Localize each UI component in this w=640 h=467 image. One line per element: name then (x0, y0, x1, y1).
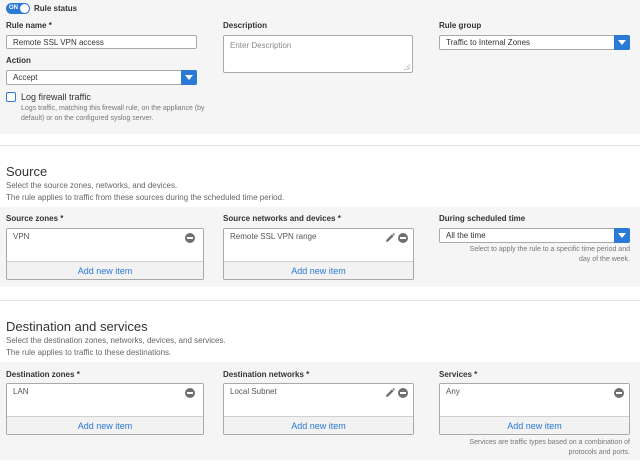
source-zones-label-text: Source zones (6, 214, 59, 223)
list-item: LAN (13, 387, 29, 396)
destination-zones-items: LAN (7, 384, 203, 416)
add-destination-network-button[interactable]: Add new item (224, 416, 413, 434)
destination-networks-label-text: Destination networks (223, 370, 304, 379)
chevron-down-icon[interactable] (181, 70, 197, 85)
destination-networks-label: Destination networks * (223, 370, 309, 379)
log-help-line-2: default) or on the configured syslog ser… (21, 115, 154, 122)
required-marker: * (474, 370, 478, 379)
source-desc-line-1: Select the source zones, networks, and d… (6, 181, 178, 190)
source-title: Source (6, 164, 48, 179)
remove-icon[interactable] (614, 388, 624, 398)
source-desc-line-2: The rule applies to traffic from these s… (6, 193, 285, 202)
remove-icon[interactable] (185, 233, 195, 243)
resize-handle-icon[interactable] (404, 64, 410, 70)
rule-status-label: Rule status (34, 4, 78, 13)
source-networks-items: Remote SSL VPN range (224, 229, 413, 261)
schedule-label: During scheduled time (439, 214, 526, 223)
required-marker: * (306, 370, 310, 379)
services-help: Services are traffic types based on a co… (439, 438, 630, 458)
services-help-line-2: protocols and ports. (568, 449, 630, 456)
log-help-line-1: Logs traffic, matching this firewall rul… (21, 105, 205, 112)
rule-name-input[interactable]: Remote SSL VPN access (6, 35, 197, 49)
remove-icon[interactable] (185, 388, 195, 398)
schedule-help: Select to apply the rule to a specific t… (439, 245, 630, 265)
list-item: Local Subnet (230, 387, 277, 396)
required-marker: * (60, 214, 64, 223)
rule-group-label: Rule group (439, 21, 482, 30)
services-label: Services * (439, 370, 477, 379)
log-traffic-help: Logs traffic, matching this firewall rul… (21, 104, 205, 124)
action-label: Action (6, 56, 31, 65)
schedule-value: All the time (446, 231, 486, 240)
services-label-text: Services (439, 370, 472, 379)
services-list: Any Add new item (439, 383, 630, 435)
action-value: Accept (13, 73, 38, 82)
log-traffic-label: Log firewall traffic (21, 92, 91, 102)
source-networks-label-text: Source networks and devices (223, 214, 336, 223)
rule-name-label: Rule name * (6, 21, 52, 30)
destination-description: Select the destination zones, networks, … (6, 335, 226, 359)
rule-status-toggle[interactable]: ON (6, 3, 30, 14)
description-label: Description (223, 21, 268, 30)
toggle-knob (20, 4, 29, 13)
log-traffic-checkbox[interactable] (6, 92, 16, 102)
description-placeholder: Enter Description (230, 41, 292, 50)
destination-networks-list: Local Subnet Add new item (223, 383, 414, 435)
required-marker: * (76, 370, 80, 379)
list-item: Any (446, 387, 460, 396)
chevron-down-icon[interactable] (614, 35, 630, 50)
source-zones-items: VPN (7, 229, 203, 261)
list-item: Remote SSL VPN range (230, 232, 317, 241)
source-description: Select the source zones, networks, and d… (6, 180, 284, 204)
destination-zones-list: LAN Add new item (6, 383, 204, 435)
destination-desc-line-2: The rule applies to traffic to these des… (6, 348, 172, 357)
section-divider (0, 300, 640, 301)
section-divider (0, 145, 640, 146)
rule-group-value: Traffic to Internal Zones (446, 38, 531, 47)
services-help-line-1: Services are traffic types based on a co… (469, 439, 630, 446)
rule-name-label-text: Rule name (6, 21, 47, 30)
add-source-zone-button[interactable]: Add new item (7, 261, 203, 279)
list-item: VPN (13, 232, 30, 241)
source-zones-label: Source zones * (6, 214, 63, 223)
destination-zones-label: Destination zones * (6, 370, 80, 379)
add-service-button[interactable]: Add new item (440, 416, 629, 434)
rule-group-select[interactable]: Traffic to Internal Zones (439, 35, 630, 50)
required-marker: * (48, 21, 52, 30)
destination-zones-label-text: Destination zones (6, 370, 75, 379)
rule-name-value: Remote SSL VPN access (13, 37, 104, 47)
schedule-help-line-2: day of the week. (579, 256, 630, 263)
schedule-select[interactable]: All the time (439, 228, 630, 243)
action-select[interactable]: Accept (6, 70, 197, 85)
chevron-down-icon[interactable] (614, 228, 630, 243)
source-networks-label: Source networks and devices * (223, 214, 341, 223)
services-items: Any (440, 384, 629, 416)
required-marker: * (337, 214, 341, 223)
source-zones-list: VPN Add new item (6, 228, 204, 280)
add-source-network-button[interactable]: Add new item (224, 261, 413, 279)
description-textarea[interactable]: Enter Description (223, 35, 413, 73)
source-networks-list: Remote SSL VPN range Add new item (223, 228, 414, 280)
add-destination-zone-button[interactable]: Add new item (7, 416, 203, 434)
remove-icon[interactable] (398, 388, 408, 398)
toggle-on-label: ON (9, 5, 18, 11)
pencil-icon[interactable] (385, 388, 395, 398)
schedule-help-line-1: Select to apply the rule to a specific t… (469, 246, 630, 253)
pencil-icon[interactable] (385, 233, 395, 243)
destination-title: Destination and services (6, 319, 148, 334)
destination-desc-line-1: Select the destination zones, networks, … (6, 336, 226, 345)
destination-networks-items: Local Subnet (224, 384, 413, 416)
remove-icon[interactable] (398, 233, 408, 243)
